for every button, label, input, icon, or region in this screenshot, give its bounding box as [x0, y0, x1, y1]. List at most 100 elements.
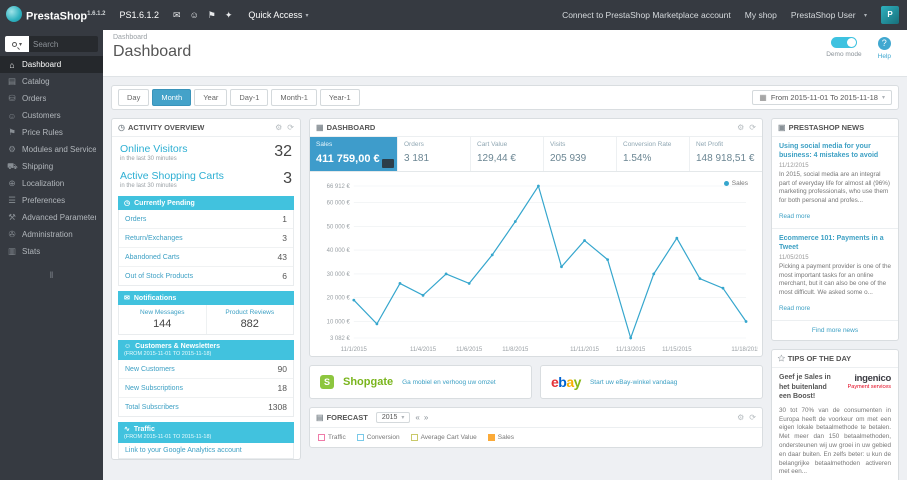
sidebar-item-label: Localization	[22, 179, 65, 188]
kpi-conversion-rate[interactable]: Conversion Rate 1.54%	[617, 137, 690, 171]
pending-row-orders[interactable]: Orders 1	[119, 210, 293, 229]
profile-icon[interactable]: ☺	[190, 10, 199, 21]
kpi-detail-badge[interactable]	[382, 159, 394, 168]
prestashop-logo[interactable]: PrestaShop1.6.1.2	[0, 5, 112, 26]
filter-year-1-button[interactable]: Year-1	[319, 89, 360, 106]
filter-day-1-button[interactable]: Day-1	[230, 89, 269, 106]
filter-year-button[interactable]: Year	[194, 89, 228, 106]
breadcrumb[interactable]: Dashboard	[113, 34, 897, 41]
product-reviews-cell[interactable]: Product Reviews 882	[207, 305, 294, 334]
sidebar-item-price-rules[interactable]: ⚑ Price Rules	[0, 124, 103, 141]
checkbox-icon	[410, 434, 418, 441]
messages-icon[interactable]: ✉	[173, 10, 181, 21]
new-messages-cell[interactable]: New Messages 144	[119, 305, 207, 334]
people-icon: ☺	[124, 343, 132, 350]
gear-icon[interactable]: ⚙	[275, 123, 282, 132]
filter-month-1-button[interactable]: Month-1	[271, 89, 317, 106]
customers-row-new-customers[interactable]: New Customers 90	[119, 360, 293, 379]
sidebar-item-modules[interactable]: ⚙ Modules and Services	[0, 141, 103, 158]
brand-version: 1.6.1.2	[87, 10, 106, 17]
kpi-cart-value[interactable]: Cart Value 129,44 €	[471, 137, 544, 171]
refresh-icon[interactable]: ⟳	[287, 123, 294, 132]
online-visitors-sub: in the last 30 minutes	[120, 156, 177, 162]
kpi-orders[interactable]: Orders 3 181	[398, 137, 471, 171]
avatar[interactable]: P	[881, 6, 899, 24]
sidebar-item-customers[interactable]: ☺ Customers	[0, 107, 103, 124]
advanced-parameters-icon: ⚒	[8, 212, 16, 222]
bell-icon[interactable]: ⚑	[208, 10, 216, 21]
tips-headline: Geef je Sales in het buitenland een Boos…	[779, 374, 831, 401]
caret-down-icon: ▾	[401, 415, 405, 421]
online-visitors-link[interactable]: Online Visitors	[120, 143, 188, 155]
pending-row-out-of-stock[interactable]: Out of Stock Products 6	[119, 267, 293, 285]
shopgate-link[interactable]: Ga mobiel en verhoog uw omzet	[402, 379, 496, 386]
refresh-icon[interactable]: ⟳	[749, 413, 756, 422]
sidebar-item-dashboard[interactable]: ⌂ Dashboard	[0, 56, 103, 73]
news-article-excerpt: Picking a payment provider is one of the…	[779, 263, 892, 296]
find-more-news-link[interactable]: Find more news	[772, 321, 898, 340]
svg-text:30 000 €: 30 000 €	[327, 272, 351, 278]
sidebar-item-preferences[interactable]: ☰ Preferences	[0, 192, 103, 209]
collapse-menu-icon[interactable]: ‖	[0, 270, 103, 280]
chart-legend[interactable]: Sales	[723, 180, 748, 187]
marketplace-connect-link[interactable]: Connect to PrestaShop Marketplace accoun…	[562, 10, 731, 20]
gear-icon[interactable]: ⚙	[737, 413, 744, 422]
sidebar-item-stats[interactable]: ▥ Stats	[0, 243, 103, 260]
sidebar-item-orders[interactable]: ⛁ Orders	[0, 90, 103, 107]
shopgate-module[interactable]: S Shopgate Ga mobiel en verhoog uw omzet	[309, 365, 532, 399]
search-scope-dropdown[interactable]: ▾	[5, 36, 29, 52]
sales-chart[interactable]: 66 912 € 60 000 € 50 000 € 40 000 € 30 000 €…	[314, 176, 758, 356]
forecast-legend-traffic[interactable]: Traffic	[318, 434, 346, 441]
news-article-title[interactable]: Using social media for your business: 4 …	[779, 142, 891, 160]
read-more-link[interactable]: Read more	[779, 305, 810, 312]
search-icon	[11, 41, 17, 47]
forecast-year-select[interactable]: 2015 ▾	[375, 412, 411, 423]
forecast-next-icon[interactable]: »	[424, 413, 428, 422]
activity-icon: ◷	[118, 123, 125, 132]
help-icon[interactable]: ?	[877, 37, 891, 50]
forecast-legend-sales[interactable]: Sales	[487, 434, 514, 441]
user-menu[interactable]: PrestaShop User ▾	[791, 10, 867, 20]
customers-row-new-subscriptions[interactable]: New Subscriptions 18	[119, 379, 293, 398]
pending-row-abandoned-carts[interactable]: Abandoned Carts 43	[119, 248, 293, 267]
sidebar-item-shipping[interactable]: ⛟ Shipping	[0, 158, 103, 175]
forecast-legend-conversion[interactable]: Conversion	[356, 434, 400, 441]
date-range-picker[interactable]: ▦ From 2015-11-01 To 2015-11-18 ▾	[752, 90, 892, 105]
search-input[interactable]	[29, 36, 98, 52]
read-more-link[interactable]: Read more	[779, 213, 810, 220]
google-analytics-link-row[interactable]: Link to your Google Analytics account	[119, 443, 293, 458]
svg-text:66 912 €: 66 912 €	[327, 184, 351, 190]
my-shop-link[interactable]: My shop	[745, 10, 777, 20]
filter-month-button[interactable]: Month	[152, 89, 192, 106]
kpi-sales[interactable]: Sales 411 759,00 €	[310, 137, 398, 171]
ebay-module[interactable]: ebay Start uw eBay-winkel vandaag	[540, 365, 763, 399]
sidebar: ▾ ⌂ Dashboard ▤ Catalog ⛁ Orders ☺ Custo…	[0, 30, 103, 480]
sidebar-item-administration[interactable]: ✇ Administration	[0, 226, 103, 243]
kpi-visits[interactable]: Visits 205 939	[544, 137, 617, 171]
sidebar-item-advanced-parameters[interactable]: ⚒ Advanced Parameters	[0, 209, 103, 226]
dashboard-panel-title: ▦ DASHBOARD	[316, 123, 376, 132]
sidebar-item-label: Customers	[22, 111, 61, 120]
kpi-net-profit[interactable]: Net Profit 148 918,51 €	[690, 137, 762, 171]
filter-day-button[interactable]: Day	[118, 89, 150, 106]
news-article-title[interactable]: Ecommerce 101: Payments in a Tweet	[779, 234, 891, 252]
refresh-icon[interactable]: ⟳	[749, 123, 756, 132]
quick-access-dropdown[interactable]: Quick Access ▾	[248, 10, 308, 20]
forecast-prev-icon[interactable]: «	[415, 413, 419, 422]
gear-icon[interactable]: ⚙	[737, 123, 744, 132]
svg-text:20 000 €: 20 000 €	[327, 296, 351, 302]
pending-row-returns[interactable]: Return/Exchanges 3	[119, 229, 293, 248]
active-carts-link[interactable]: Active Shopping Carts	[120, 170, 224, 182]
forecast-legend-average-cart-value[interactable]: Average Cart Value	[410, 434, 477, 441]
ebay-link[interactable]: Start uw eBay-winkel vandaag	[590, 379, 677, 386]
gift-icon[interactable]: ✦	[225, 10, 233, 21]
traffic-date-range: (FROM 2015-11-01 TO 2015-11-18)	[124, 434, 212, 440]
customers-row-total-subscribers[interactable]: Total Subscribers 1308	[119, 398, 293, 416]
svg-text:11/11/2015: 11/11/2015	[570, 347, 600, 353]
demo-mode-toggle[interactable]	[830, 37, 857, 48]
sidebar-item-catalog[interactable]: ▤ Catalog	[0, 73, 103, 90]
dashboard-grid-icon: ▦	[316, 123, 324, 132]
sidebar-item-localization[interactable]: ⊕ Localization	[0, 175, 103, 192]
shop-version-label: PS1.6.1.2	[119, 10, 160, 20]
svg-text:60 000 €: 60 000 €	[327, 200, 351, 206]
